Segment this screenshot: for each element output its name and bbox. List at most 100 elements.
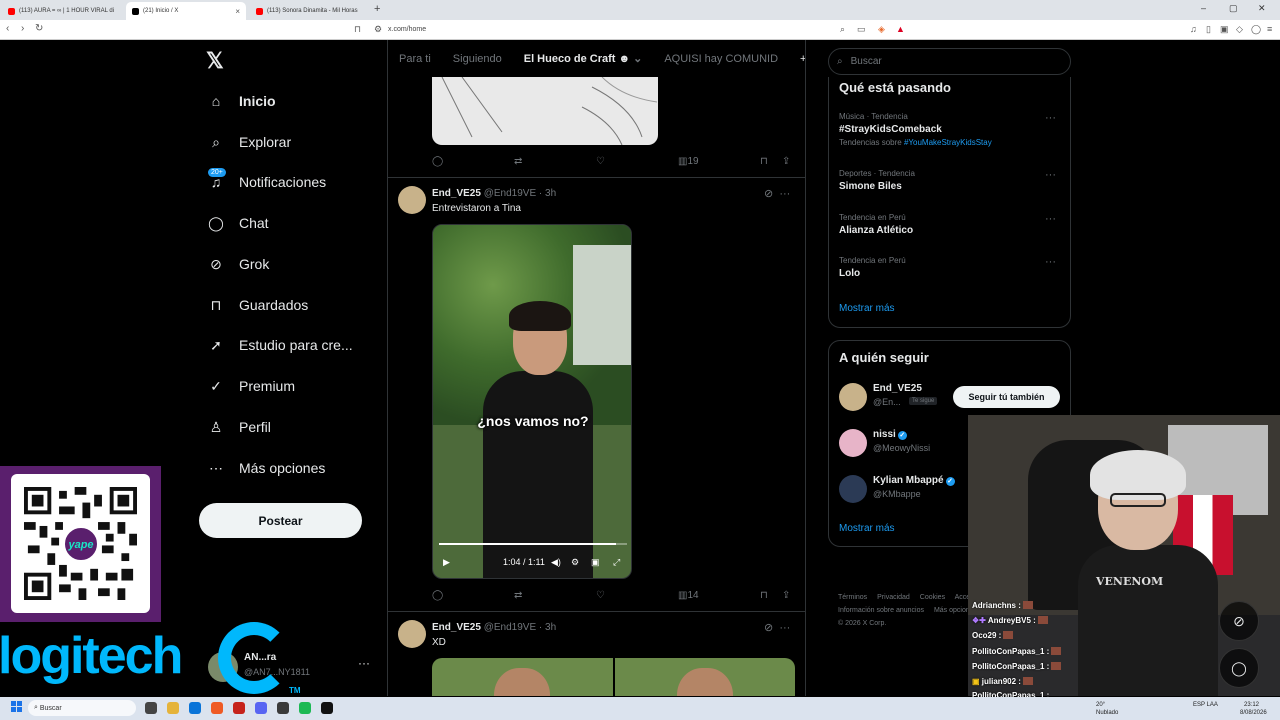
views-icon[interactable]: ▥ 14 xyxy=(678,590,699,601)
share-icon[interactable]: ⇪ xyxy=(782,156,790,167)
post-time[interactable]: 3h xyxy=(545,622,556,633)
nav-item-premium[interactable]: ✓ Premium xyxy=(206,373,295,399)
post-time[interactable]: 3h xyxy=(545,188,556,199)
nav-item-grok[interactable]: ⊘ Grok xyxy=(206,251,269,277)
messages-float-icon[interactable]: ◯ xyxy=(1219,648,1259,688)
taskbar-search[interactable]: ⌕ Buscar xyxy=(28,700,136,716)
nav-item-explore[interactable]: ⌕ Explorar xyxy=(206,129,291,155)
store-icon[interactable] xyxy=(189,702,201,714)
browser-tab[interactable]: (113) Sonora Dinamita - Mil Horas xyxy=(250,2,370,20)
windows-start-icon[interactable] xyxy=(11,701,22,712)
wallet-icon[interactable]: ▣ xyxy=(1220,24,1229,35)
tiktok-icon[interactable] xyxy=(321,702,333,714)
weather-text[interactable]: Nublado xyxy=(1096,710,1118,716)
views-icon[interactable]: ▥ 19 xyxy=(678,156,699,167)
vpn-icon[interactable]: ◇ xyxy=(1236,24,1243,35)
x-logo-icon[interactable]: 𝕏 xyxy=(206,48,224,74)
file-explorer-icon[interactable] xyxy=(167,702,179,714)
fullscreen-icon[interactable]: ⤢ xyxy=(613,557,620,568)
follow-back-button[interactable]: Seguir tú también xyxy=(953,386,1060,408)
app-icon[interactable] xyxy=(233,702,245,714)
nav-item-chat[interactable]: ◯ Chat xyxy=(206,210,268,236)
nav-item-notifications[interactable]: ♫ 20+ Notificaciones xyxy=(206,168,326,195)
bookmark-page-icon[interactable]: ⊓ xyxy=(354,24,361,35)
forward-icon[interactable]: › xyxy=(21,23,24,34)
footer-link[interactable]: Cookies xyxy=(920,594,945,601)
trend-item[interactable]: Deportes · Tendencia Simone Biles ··· xyxy=(839,169,1064,192)
clock-time[interactable]: 23:12 xyxy=(1244,702,1259,708)
footer-link[interactable]: Términos xyxy=(838,594,867,601)
minimize-button[interactable]: – xyxy=(1201,3,1206,13)
repost-icon[interactable]: ⇄ xyxy=(514,156,522,167)
grok-icon[interactable]: ⊘ xyxy=(764,622,773,634)
author-name[interactable]: End_VE25 xyxy=(432,622,481,633)
repost-icon[interactable]: ⇄ xyxy=(514,590,522,601)
more-icon[interactable]: ··· xyxy=(1045,213,1056,225)
post-button[interactable]: Postear xyxy=(199,503,362,538)
site-info-icon[interactable]: ⚙ xyxy=(374,24,382,35)
browser-tab-active[interactable]: (21) Inicio / X × xyxy=(126,2,246,20)
trend-item[interactable]: Música · Tendencia #StrayKidsComeback Te… xyxy=(839,112,1064,147)
address-bar[interactable]: x.com/home xyxy=(388,26,426,33)
more-icon[interactable]: ··· xyxy=(779,188,790,200)
zoom-icon[interactable]: ⌕ xyxy=(840,24,845,35)
video-player[interactable]: ¿nos vamos no? ▶ 1:04 / 1:11 ◀) ⚙ ▣ ⤢ xyxy=(432,224,632,579)
show-more-link[interactable]: Mostrar más xyxy=(839,523,895,534)
cast-icon[interactable]: ▭ xyxy=(857,24,866,35)
bookmark-icon[interactable]: ⊓ xyxy=(760,156,768,167)
brave-icon[interactable] xyxy=(211,702,223,714)
trend-item[interactable]: Tendencia en Perú Alianza Atlético ··· xyxy=(839,213,1064,236)
avatar[interactable] xyxy=(398,186,426,214)
brave-shield-icon[interactable]: ◈ xyxy=(878,24,885,35)
more-icon[interactable]: ··· xyxy=(1045,112,1056,124)
more-icon[interactable]: ··· xyxy=(1045,169,1056,181)
author-name[interactable]: End_VE25 xyxy=(432,188,481,199)
weather-temp[interactable]: 20° xyxy=(1096,702,1105,708)
play-icon[interactable]: ▶ xyxy=(443,557,450,568)
reply-icon[interactable]: ◯ xyxy=(432,590,443,601)
author-handle[interactable]: @End19VE xyxy=(484,622,536,633)
share-icon[interactable]: ⇪ xyxy=(782,590,790,601)
settings-icon[interactable]: ⚙ xyxy=(571,557,579,568)
nav-item-profile[interactable]: ♙ Perfil xyxy=(206,414,271,440)
avatar[interactable] xyxy=(398,620,426,648)
settings-icon[interactable] xyxy=(277,702,289,714)
close-tab-icon[interactable]: × xyxy=(229,7,240,16)
tab-for-you[interactable]: Para ti xyxy=(388,53,442,65)
maximize-button[interactable]: ▢ xyxy=(1229,3,1238,14)
grok-float-icon[interactable]: ⊘ xyxy=(1219,601,1259,641)
add-tab-button[interactable]: + xyxy=(789,53,805,65)
video-progress-bar[interactable] xyxy=(439,543,627,545)
discord-icon[interactable] xyxy=(255,702,267,714)
language-indicator[interactable]: ESP LAA xyxy=(1193,702,1218,708)
trend-item[interactable]: Tendencia en Perú Lolo ··· xyxy=(839,256,1064,279)
search-input[interactable]: ⌕ Buscar xyxy=(828,48,1071,75)
browser-tab[interactable]: (113) AURA = ∞ | 1 HOUR VIRAL di xyxy=(2,2,126,20)
pip-icon[interactable]: ▣ xyxy=(591,557,600,568)
nav-item-home[interactable]: ⌂ Inicio xyxy=(206,88,276,114)
tab-following[interactable]: Siguiendo xyxy=(442,53,513,65)
author-handle[interactable]: @End19VE xyxy=(484,188,536,199)
brave-rewards-icon[interactable]: ▲ xyxy=(896,24,905,34)
footer-link[interactable]: Privacidad xyxy=(877,594,910,601)
nav-item-more[interactable]: ⋯ Más opciones xyxy=(206,455,325,481)
like-icon[interactable]: ♡ xyxy=(596,590,605,601)
show-more-link[interactable]: Mostrar más xyxy=(839,303,895,314)
reload-icon[interactable]: ↻ xyxy=(35,23,43,34)
clock-date[interactable]: 8/08/2026 xyxy=(1240,710,1267,716)
more-icon[interactable]: ··· xyxy=(779,622,790,634)
nav-item-creator-studio[interactable]: ➚ Estudio para cre... xyxy=(206,332,353,358)
post-media[interactable] xyxy=(432,658,795,696)
bookmark-icon[interactable]: ⊓ xyxy=(760,590,768,601)
like-icon[interactable]: ♡ xyxy=(596,156,605,167)
extensions-icon[interactable]: ♫ xyxy=(1190,24,1197,34)
trend-link[interactable]: #YouMakeStrayKidsStay xyxy=(904,138,992,147)
more-icon[interactable]: ··· xyxy=(358,656,370,670)
tab-community-2[interactable]: AQUISI hay COMUNID xyxy=(653,53,789,65)
volume-icon[interactable]: ◀) xyxy=(551,557,561,568)
sidebar-icon[interactable]: ▯ xyxy=(1206,24,1211,35)
post-image[interactable] xyxy=(432,77,658,145)
profile-icon[interactable]: ◯ xyxy=(1251,24,1261,35)
back-icon[interactable]: ‹ xyxy=(6,23,9,34)
task-view-icon[interactable] xyxy=(145,702,157,714)
